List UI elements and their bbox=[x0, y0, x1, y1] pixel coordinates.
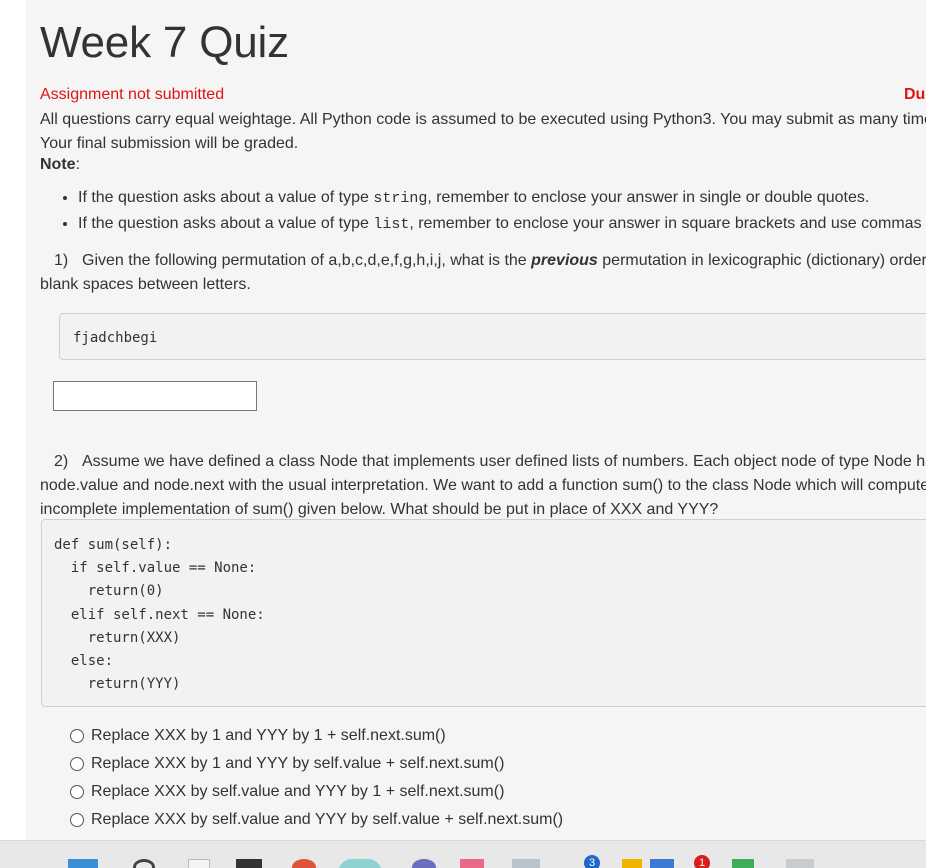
code-string: string bbox=[373, 190, 428, 207]
question-1-text: 1) Given the following permutation of a,b… bbox=[40, 249, 926, 297]
option-label: Replace XXX by 1 and YYY by 1 + self.nex… bbox=[91, 727, 446, 744]
question-2-text: 2) Assume we have defined a class Node th… bbox=[40, 450, 926, 522]
question-1-code-block: fjadchbegi bbox=[59, 313, 926, 360]
option-label: Replace XXX by self.value and YYY by 1 +… bbox=[91, 783, 505, 800]
question-2-code-block: def sum(self): if self.value == None: re… bbox=[41, 519, 926, 707]
question-1-number: 1) bbox=[54, 252, 69, 269]
question-2-option-4[interactable]: Replace XXX by self.value and YYY by sel… bbox=[70, 806, 563, 834]
note-item-list: If the question asks about a value of ty… bbox=[78, 211, 926, 237]
question-2-line-2: node.value and node.next with the usual … bbox=[40, 477, 926, 494]
instructions-line-2: Your final submission will be graded. bbox=[40, 135, 299, 152]
page-title: Week 7 Quiz bbox=[40, 18, 289, 67]
quiz-instructions: All questions carry equal weightage. All… bbox=[40, 108, 926, 156]
note-heading: Note: bbox=[40, 156, 81, 173]
question-2-option-3[interactable]: Replace XXX by self.value and YYY by 1 +… bbox=[70, 778, 563, 806]
note-list: If the question asks about a value of ty… bbox=[40, 185, 926, 237]
question-1-answer-input[interactable] bbox=[53, 381, 257, 411]
instructions-line-1: All questions carry equal weightage. All… bbox=[40, 111, 926, 128]
note-item-string: If the question asks about a value of ty… bbox=[78, 185, 926, 211]
notification-badge-left: 3 bbox=[584, 855, 600, 868]
radio-button[interactable] bbox=[70, 785, 84, 799]
submission-status: Assignment not submitted bbox=[40, 86, 225, 103]
option-label: Replace XXX by 1 and YYY by self.value +… bbox=[91, 755, 505, 772]
option-label: Replace XXX by self.value and YYY by sel… bbox=[91, 811, 564, 828]
radio-button[interactable] bbox=[70, 757, 84, 771]
note-label: Note bbox=[40, 156, 76, 173]
question-2-option-2[interactable]: Replace XXX by 1 and YYY by self.value +… bbox=[70, 750, 563, 778]
emphasis-previous: previous bbox=[531, 252, 598, 269]
code-list: list bbox=[373, 216, 410, 233]
taskbar: 3 1 bbox=[0, 840, 926, 868]
due-date-label: Du bbox=[904, 86, 926, 103]
question-2-options: Replace XXX by 1 and YYY by 1 + self.nex… bbox=[70, 722, 563, 834]
notification-badge-right: 1 bbox=[694, 855, 710, 868]
radio-button[interactable] bbox=[70, 729, 84, 743]
question-2-number: 2) bbox=[54, 453, 69, 470]
radio-button[interactable] bbox=[70, 813, 84, 827]
question-2-option-1[interactable]: Replace XXX by 1 and YYY by 1 + self.nex… bbox=[70, 722, 563, 750]
question-1-line-2: blank spaces between letters. bbox=[40, 276, 251, 293]
quiz-page: Week 7 Quiz Assignment not submitted Du … bbox=[26, 0, 926, 840]
